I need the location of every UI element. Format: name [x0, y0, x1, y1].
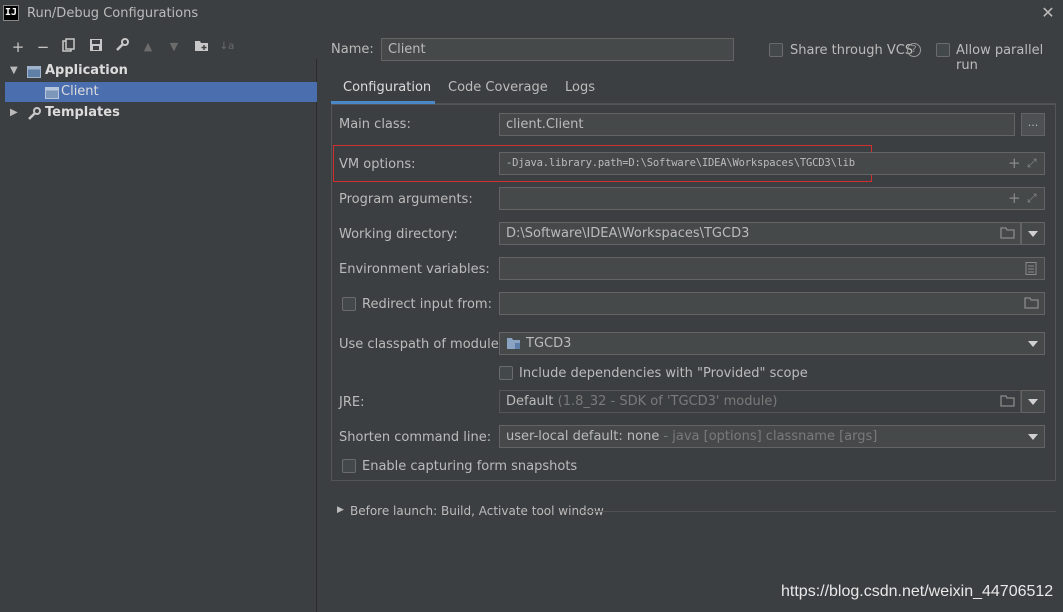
program-arguments-label: Program arguments:: [339, 192, 473, 207]
move-up-button[interactable]: ▲: [139, 38, 157, 56]
allow-parallel-checkbox[interactable]: [936, 43, 950, 57]
capture-snapshots-label: Enable capturing form snapshots: [362, 459, 578, 474]
tab-configuration[interactable]: Configuration: [343, 80, 431, 95]
name-input[interactable]: Client: [381, 38, 734, 61]
tab-code-coverage[interactable]: Code Coverage: [448, 80, 548, 95]
folder-icon[interactable]: [1000, 395, 1015, 411]
chevron-down-icon: [1028, 341, 1038, 347]
shorten-command-line-detail: - java [options] classname [args]: [659, 429, 878, 444]
environment-variables-label: Environment variables:: [339, 262, 490, 277]
jre-label: JRE:: [339, 395, 365, 410]
chevron-down-icon: [1028, 434, 1038, 440]
main-class-label: Main class:: [339, 117, 411, 132]
tree-item-templates[interactable]: ▶ Templates: [5, 103, 317, 123]
wrench-icon: [27, 107, 41, 120]
intellij-logo-icon: IJ: [3, 5, 19, 21]
environment-variables-input[interactable]: [499, 257, 1045, 280]
save-icon: [90, 39, 102, 51]
folder-icon[interactable]: [1000, 227, 1015, 243]
include-dependencies-label: Include dependencies with "Provided" sco…: [519, 366, 808, 381]
folder-icon[interactable]: [1024, 297, 1039, 313]
redirect-input-label: Redirect input from:: [362, 297, 492, 312]
allow-parallel-label: Allow parallel run: [956, 43, 1044, 73]
jre-value: Default: [506, 394, 554, 409]
tree-item-application[interactable]: ▼ Application: [5, 61, 317, 81]
add-icon[interactable]: +: [1008, 156, 1021, 171]
classpath-module-value: TGCD3: [526, 336, 572, 351]
browse-main-class-button[interactable]: ...: [1021, 113, 1045, 136]
add-icon[interactable]: +: [1008, 191, 1021, 206]
before-launch-divider: [582, 511, 1056, 512]
redirect-input-checkbox[interactable]: [342, 297, 356, 311]
working-directory-dropdown[interactable]: [1021, 222, 1045, 245]
tree-item-client[interactable]: Client: [5, 82, 317, 102]
new-folder-button[interactable]: [192, 38, 210, 56]
sort-button[interactable]: ↓a: [218, 38, 236, 56]
add-configuration-button[interactable]: +: [9, 38, 27, 56]
shorten-command-line-label: Shorten command line:: [339, 430, 492, 445]
expand-icon[interactable]: ⤢: [1027, 191, 1037, 205]
share-vcs-label: Share through VCS: [790, 43, 914, 58]
redirect-input-field[interactable]: [499, 292, 1045, 315]
tab-logs[interactable]: Logs: [565, 80, 595, 95]
vm-options-input[interactable]: -Djava.library.path=D:\Software\IDEA\Wor…: [499, 152, 1045, 175]
expand-icon[interactable]: ⤢: [1027, 156, 1037, 170]
before-launch-label[interactable]: Before launch: Build, Activate tool wind…: [350, 504, 604, 518]
program-arguments-input[interactable]: [499, 187, 1045, 210]
tree-label-application: Application: [45, 63, 128, 78]
document-icon[interactable]: [1025, 262, 1037, 279]
expand-arrow-icon[interactable]: ▼: [10, 61, 18, 81]
tree-label-templates: Templates: [45, 105, 120, 120]
module-folder-icon: [506, 337, 521, 354]
tree-label-client: Client: [61, 84, 99, 99]
jre-value-detail: (1.8_32 - SDK of 'TGCD3' module): [553, 394, 778, 409]
jre-input[interactable]: Default (1.8_32 - SDK of 'TGCD3' module): [499, 390, 1021, 413]
application-icon: [27, 65, 41, 78]
close-icon[interactable]: ✕: [1038, 3, 1058, 23]
capture-snapshots-checkbox[interactable]: [342, 459, 356, 473]
main-class-input[interactable]: client.Client: [499, 113, 1015, 136]
working-directory-input[interactable]: D:\Software\IDEA\Workspaces\TGCD3: [499, 222, 1021, 245]
collapse-arrow-icon[interactable]: ▶: [10, 103, 18, 123]
chevron-down-icon: [1028, 399, 1038, 405]
chevron-down-icon: [1028, 231, 1038, 237]
edit-templates-button[interactable]: [113, 38, 131, 56]
shorten-command-line-select[interactable]: user-local default: none - java [options…: [499, 425, 1045, 448]
include-dependencies-checkbox[interactable]: [499, 366, 513, 380]
watermark-text: https://blog.csdn.net/weixin_44706512: [781, 583, 1054, 600]
classpath-module-select[interactable]: TGCD3: [499, 332, 1045, 355]
copy-icon: [62, 38, 75, 52]
jre-dropdown[interactable]: [1021, 390, 1045, 413]
application-config-icon: [45, 86, 59, 99]
share-vcs-checkbox[interactable]: [769, 43, 783, 57]
configuration-tree: ▼ Application Client ▶ Templates: [5, 59, 317, 612]
working-directory-label: Working directory:: [339, 227, 458, 242]
classpath-module-label: Use classpath of module:: [339, 337, 504, 352]
window-title: Run/Debug Configurations: [27, 6, 199, 21]
shorten-command-line-value: user-local default: none: [506, 429, 660, 444]
help-icon[interactable]: ?: [907, 43, 921, 57]
folder-icon: [194, 41, 208, 51]
wrench-icon: [116, 38, 129, 51]
vm-options-label: VM options:: [339, 157, 416, 172]
before-launch-expand-icon[interactable]: ▶: [337, 505, 344, 515]
move-down-button[interactable]: ▼: [165, 38, 183, 56]
name-label: Name:: [331, 42, 374, 57]
remove-configuration-button[interactable]: −: [34, 38, 52, 56]
save-configuration-button[interactable]: [87, 38, 105, 56]
copy-configuration-button[interactable]: [60, 38, 78, 56]
